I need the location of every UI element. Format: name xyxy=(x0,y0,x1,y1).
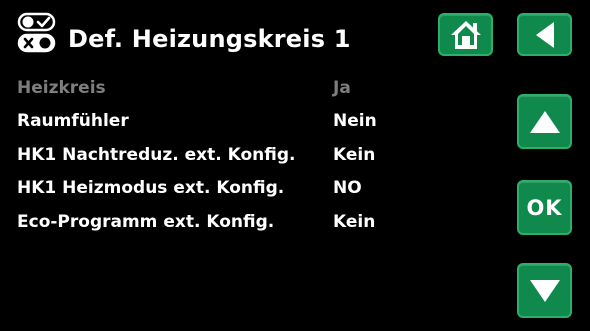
scroll-up-button[interactable] xyxy=(517,94,572,149)
setting-label: Raumfühler xyxy=(17,111,129,131)
ok-button[interactable]: OK xyxy=(517,180,572,235)
back-button[interactable] xyxy=(517,13,572,56)
setting-value[interactable]: NO xyxy=(333,175,362,201)
ok-label: OK xyxy=(526,195,563,220)
arrow-up-icon xyxy=(529,110,560,133)
scroll-down-button[interactable] xyxy=(517,263,572,318)
home-button[interactable] xyxy=(438,13,493,56)
setting-row-eco-programm[interactable]: Eco-Programm ext. Konfig. Kein xyxy=(17,209,427,235)
arrow-down-icon xyxy=(529,279,560,302)
settings-toggle-icon xyxy=(17,12,57,54)
setting-value[interactable]: Kein xyxy=(333,142,375,168)
setting-value[interactable]: Nein xyxy=(333,108,377,134)
setting-label: HK1 Nachtreduz. ext. Konfig. xyxy=(17,145,296,165)
home-icon xyxy=(450,20,481,49)
setting-row-nachtreduz[interactable]: HK1 Nachtreduz. ext. Konfig. Kein xyxy=(17,142,427,168)
setting-row-heizkreis: Heizkreis Ja xyxy=(17,75,427,101)
controller-screen: Def. Heizungskreis 1 Heizkreis Ja Raumfü… xyxy=(0,0,590,331)
setting-label: Heizkreis xyxy=(17,78,106,98)
page-title: Def. Heizungskreis 1 xyxy=(68,25,351,53)
setting-label: HK1 Heizmodus ext. Konfig. xyxy=(17,178,285,198)
setting-value[interactable]: Kein xyxy=(333,209,375,235)
setting-value: Ja xyxy=(333,78,351,98)
back-arrow-icon xyxy=(535,21,554,48)
setting-row-raumfuehler[interactable]: Raumfühler Nein xyxy=(17,108,427,134)
setting-label: Eco-Programm ext. Konfig. xyxy=(17,212,275,232)
setting-row-heizmodus[interactable]: HK1 Heizmodus ext. Konfig. NO xyxy=(17,175,427,201)
